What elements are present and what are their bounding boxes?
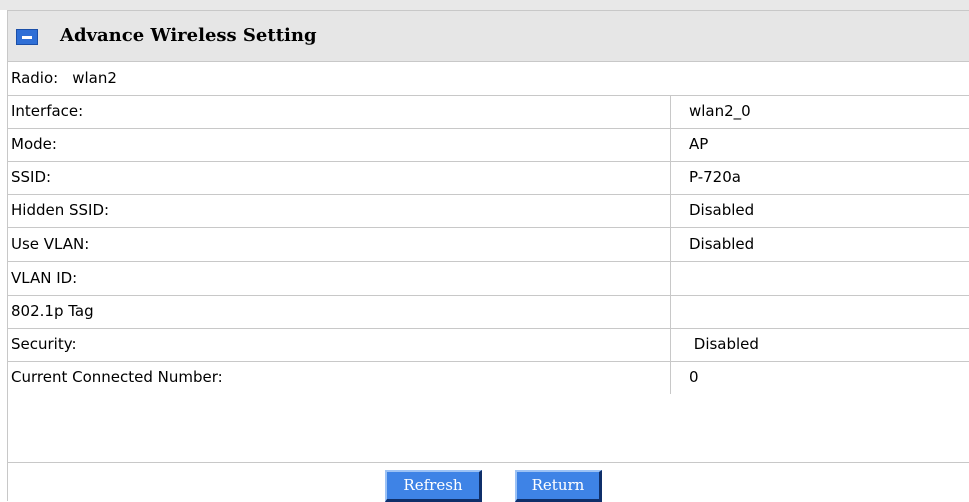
row-label: Interface: xyxy=(11,102,84,120)
left-edge xyxy=(0,10,8,501)
row-value: P-720a xyxy=(689,168,741,186)
table-row-8021p-tag: 802.1p Tag xyxy=(8,295,969,328)
row-label: Mode: xyxy=(11,135,57,153)
table-row-connected-number: Current Connected Number: 0 xyxy=(8,361,969,394)
radio-name: wlan2 xyxy=(72,69,117,87)
radio-label: Radio: xyxy=(11,69,59,87)
column-divider xyxy=(670,296,671,328)
radio-row: Radio: wlan2 xyxy=(8,61,969,95)
table-row-hidden-ssid: Hidden SSID: Disabled xyxy=(8,194,969,227)
row-label: Hidden SSID: xyxy=(11,201,110,219)
row-value: Disabled xyxy=(689,235,755,253)
column-divider xyxy=(670,129,671,161)
table-row-security: Security: Disabled xyxy=(8,328,969,361)
advance-wireless-setting-panel: Advance Wireless Setting Radio: wlan2 Int… xyxy=(0,0,969,502)
column-divider xyxy=(670,262,671,295)
row-value: Disabled xyxy=(689,335,759,353)
column-divider xyxy=(670,96,671,128)
table-row-ssid: SSID: P-720a xyxy=(8,161,969,194)
row-value: Disabled xyxy=(689,201,755,219)
section-header: Advance Wireless Setting xyxy=(8,10,969,61)
row-label: SSID: xyxy=(11,168,52,186)
column-divider xyxy=(670,195,671,227)
row-value: AP xyxy=(689,135,709,153)
return-button[interactable]: Return xyxy=(515,470,602,502)
column-divider xyxy=(670,329,671,361)
table-row-mode: Mode: AP xyxy=(8,128,969,161)
refresh-button[interactable]: Refresh xyxy=(385,470,482,502)
top-rule xyxy=(0,0,969,10)
page-title: Advance Wireless Setting xyxy=(60,25,317,46)
radio-label-group: Radio: wlan2 xyxy=(11,62,117,94)
column-divider xyxy=(670,162,671,194)
row-label: 802.1p Tag xyxy=(11,302,94,320)
section-minus-icon xyxy=(16,29,38,45)
table-row-interface: Interface: wlan2_0 xyxy=(8,95,969,128)
row-label: Current Connected Number: xyxy=(11,368,223,386)
column-divider xyxy=(670,228,671,261)
table-row-use-vlan: Use VLAN: Disabled xyxy=(8,227,969,261)
row-value: 0 xyxy=(689,368,699,386)
button-row: Refresh Return xyxy=(8,462,969,502)
row-value: wlan2_0 xyxy=(689,102,751,120)
row-label: VLAN ID: xyxy=(11,269,78,287)
column-divider xyxy=(670,362,671,394)
row-label: Security: xyxy=(11,335,77,353)
row-label: Use VLAN: xyxy=(11,235,90,253)
table-row-vlan-id: VLAN ID: xyxy=(8,261,969,295)
